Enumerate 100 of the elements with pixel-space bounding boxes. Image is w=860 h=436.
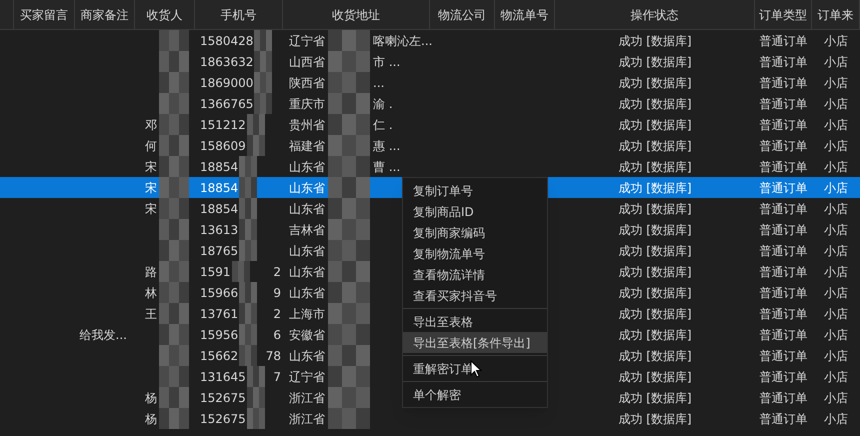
menu-item[interactable]: 查看物流详情 (403, 264, 547, 285)
column-header[interactable]: 收货人 (135, 0, 195, 29)
table-cell-text: 杨 (145, 410, 157, 428)
table-cell-text: 曹 ... (373, 158, 400, 176)
table-cell-text: 王 (145, 306, 157, 322)
table-cell-text: 小店 (824, 284, 848, 302)
table-cell-text: 给我发... (80, 326, 127, 344)
table-cell-text: 1366765 (200, 96, 254, 112)
mouse-cursor-icon (470, 360, 482, 378)
table-cell-text: 惠 ... (373, 138, 400, 154)
table-cell-text: 小店 (824, 200, 848, 218)
table-cell-text: 安徽省 (289, 326, 325, 344)
table-cell-text: 普通订单 (760, 74, 808, 92)
table-cell-text: 何 (145, 138, 157, 154)
table-cell-text: 普通订单 (760, 138, 808, 154)
table-cell-text: 小店 (824, 410, 848, 428)
menu-item[interactable]: 导出至表格 (403, 311, 547, 332)
menu-item[interactable]: 导出至表格[条件导出] (403, 332, 547, 353)
table-cell-text: 15966 (200, 284, 238, 302)
table-cell-text: 普通订单 (760, 96, 808, 112)
pixelated-mask (328, 366, 370, 387)
pixelated-mask (328, 156, 370, 177)
pixelated-mask (159, 261, 189, 282)
table-cell-text: 杨 (145, 390, 157, 406)
pixelated-mask (239, 177, 258, 198)
table-cell-text: 小店 (824, 74, 848, 92)
table-cell-text: 普通订单 (760, 264, 808, 280)
pixelated-mask (159, 408, 189, 429)
menu-item[interactable]: 复制订单号 (403, 180, 547, 201)
table-cell-text: 普通订单 (760, 368, 808, 386)
menu-item[interactable]: 单个解密 (403, 384, 547, 405)
table-cell-text: 林 (145, 284, 157, 302)
table-cell-text: 15662 (200, 348, 238, 364)
pixelated-mask (328, 177, 370, 198)
table-cell-text: 158609 (200, 138, 246, 154)
table-cell-text: 山东省 (289, 200, 325, 218)
table-cell-text: 15956 (200, 326, 238, 344)
table-cell-text: 市 ... (373, 54, 400, 70)
column-header[interactable]: 买家留言 (14, 0, 75, 29)
pixelated-mask (328, 303, 370, 324)
pixelated-mask (239, 219, 258, 240)
table-cell-text: 小店 (824, 158, 848, 176)
menu-item[interactable]: 复制商品ID (403, 201, 547, 222)
table-cell-text: 小店 (824, 390, 848, 406)
column-header[interactable]: 手机号 (195, 0, 283, 29)
table-cell-text: 浙江省 (289, 390, 325, 406)
pixelated-mask (328, 345, 370, 366)
table-cell-text: 18854 (200, 200, 238, 218)
menu-item[interactable]: 查看买家抖音号 (403, 285, 547, 306)
table-cell-text: 普通订单 (760, 348, 808, 364)
table-cell-text: 13613 (200, 222, 238, 238)
table-cell-text: 普通订单 (760, 180, 808, 196)
table-cell-text: 131645 (200, 368, 246, 386)
table-cell-text: 普通订单 (760, 222, 808, 238)
pixelated-mask (246, 114, 265, 135)
table-cell-text: 贵州省 (289, 116, 325, 134)
pixelated-mask (328, 387, 370, 408)
menu-item[interactable]: 复制物流单号 (403, 243, 547, 264)
table-cell-text: 山东省 (289, 348, 325, 364)
column-header[interactable]: 收货地址 (283, 0, 430, 29)
pixelated-mask (159, 114, 189, 135)
table-cell-text: 1580428 (200, 32, 254, 50)
table-cell-text: 152675 (200, 410, 246, 428)
table-cell-text: 小店 (824, 54, 848, 70)
pixelated-mask (239, 240, 258, 261)
column-header[interactable]: 订单来 (812, 0, 860, 29)
table-cell-text: 仁 . (373, 116, 393, 134)
table-cell-text: 小店 (824, 32, 848, 50)
pixelated-mask (246, 408, 265, 429)
column-header[interactable]: 商家备注 (75, 0, 135, 29)
table-cell-text: 山东省 (289, 264, 325, 280)
table-cell-text: 小店 (824, 180, 848, 196)
column-header[interactable]: 物流单号 (495, 0, 555, 29)
table-cell-text: 1869000 (200, 74, 254, 92)
table-cell-text: 7 (273, 368, 282, 386)
table-cell-text: 2 (273, 264, 282, 280)
pixelated-mask (246, 135, 265, 156)
pixelated-mask (328, 72, 370, 93)
table-cell-text: 13761 (200, 306, 238, 322)
table-cell-text: 浙江省 (289, 410, 325, 428)
table-cell-text: 宋 (145, 158, 157, 176)
menu-item[interactable]: 复制商家编码 (403, 222, 547, 243)
table-cell-text: 喀喇沁左... (373, 32, 432, 50)
column-header[interactable]: 物流公司 (430, 0, 495, 29)
table-cell-text: 151212 (200, 116, 246, 134)
pixelated-mask (239, 282, 258, 303)
table-cell-text: 路 (145, 264, 157, 280)
table-cell-text: 小店 (824, 138, 848, 154)
pixelated-mask (328, 240, 370, 261)
table-cell-text: 山东省 (289, 284, 325, 302)
pixelated-mask (328, 324, 370, 345)
pixelated-mask (328, 198, 370, 219)
pixelated-mask (328, 93, 370, 114)
pixelated-mask (159, 135, 189, 156)
pixelated-mask (159, 240, 189, 261)
column-header[interactable]: 操作状态 (555, 0, 755, 29)
pixelated-mask (159, 177, 189, 198)
table-cell-text: 小店 (824, 368, 848, 386)
pixelated-mask (159, 282, 189, 303)
column-header[interactable]: 订单类型 (755, 0, 812, 29)
